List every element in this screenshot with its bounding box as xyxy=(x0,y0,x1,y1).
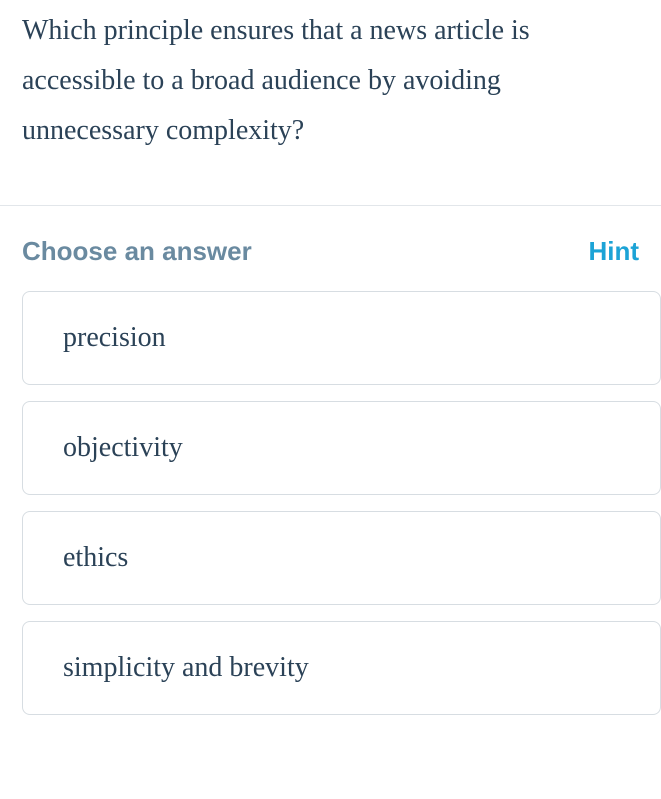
answer-option-objectivity[interactable]: objectivity xyxy=(22,401,661,495)
answer-label: simplicity and brevity xyxy=(63,652,309,683)
answer-option-ethics[interactable]: ethics xyxy=(22,511,661,605)
answer-label: precision xyxy=(63,322,166,353)
question-text: Which principle ensures that a news arti… xyxy=(22,6,639,155)
question-block: Which principle ensures that a news arti… xyxy=(0,0,661,205)
answers-list: precision objectivity ethics simplicity … xyxy=(0,291,661,715)
answer-option-precision[interactable]: precision xyxy=(22,291,661,385)
hint-link[interactable]: Hint xyxy=(588,236,639,267)
answer-label: objectivity xyxy=(63,432,183,463)
choose-answer-label: Choose an answer xyxy=(22,236,252,267)
answer-label: ethics xyxy=(63,542,128,573)
answer-option-simplicity[interactable]: simplicity and brevity xyxy=(22,621,661,715)
choose-header-row: Choose an answer Hint xyxy=(0,206,661,291)
